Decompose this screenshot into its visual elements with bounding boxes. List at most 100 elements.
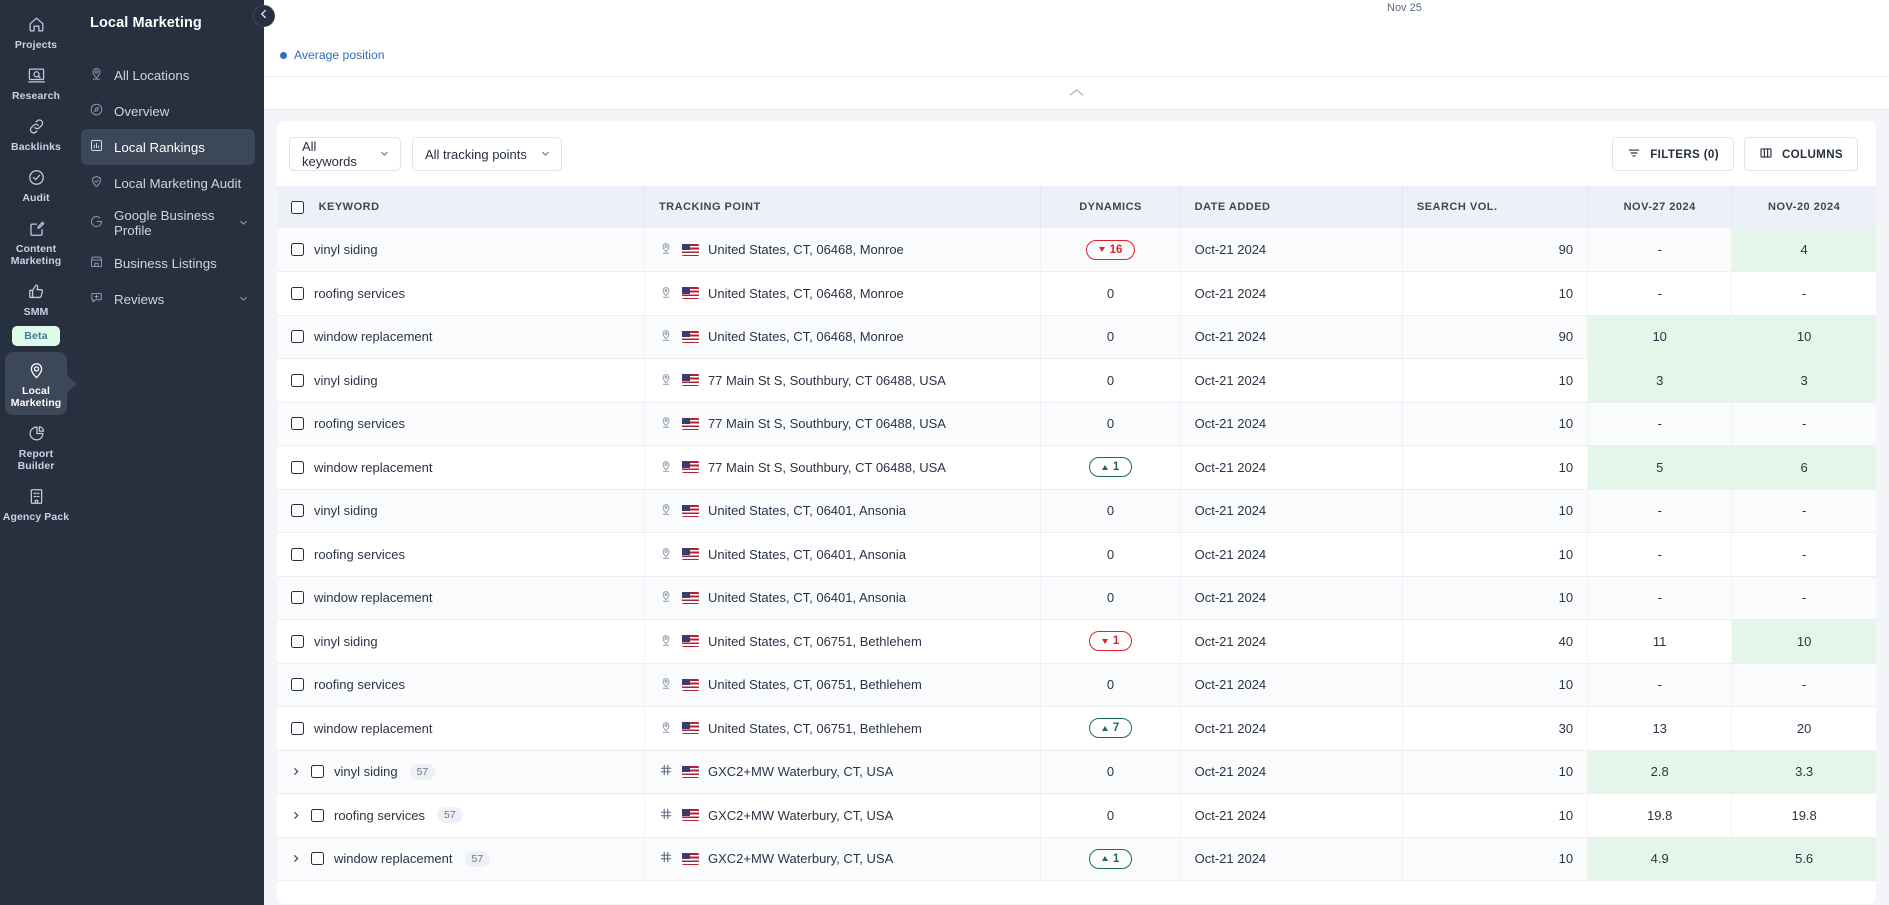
row-checkbox[interactable] [291, 243, 304, 256]
cell-keyword: window replacement [277, 706, 645, 751]
table-header: KEYWORD TRACKING POINT DYNAMICS DATE ADD… [277, 186, 1876, 228]
table-row[interactable]: vinyl siding United States, CT, 06751, Be… [277, 619, 1876, 664]
sidebar-collapse-button[interactable] [253, 5, 275, 27]
shield-pin-icon [89, 174, 104, 192]
rail-item-backlinks[interactable]: Backlinks [0, 108, 72, 159]
row-checkbox[interactable] [291, 634, 304, 648]
keyword-label: roofing services [314, 677, 406, 693]
cell-tracking-point: GXC2+MW Waterbury, CT, USA [644, 793, 1042, 838]
row-checkbox[interactable] [291, 678, 304, 692]
dynamics-badge-up: 1 [1088, 848, 1133, 869]
table-row[interactable]: window replacement United States, CT, 067… [277, 706, 1876, 751]
chevron-down-icon[interactable] [238, 292, 249, 307]
dynamics-value: 0 [1106, 677, 1115, 693]
beta-badge: Beta [12, 326, 60, 346]
table-row[interactable]: roofing services United States, CT, 06401… [277, 532, 1876, 577]
rail-item-content-marketing[interactable]: Content Marketing [0, 210, 72, 273]
keyword-filter-select[interactable]: All keywords [289, 137, 401, 171]
table-body: vinyl siding United States, CT, 06468, Mo… [277, 228, 1876, 881]
table-row[interactable]: roofing services United States, CT, 06468… [277, 271, 1876, 316]
keyword-label: window replacement [314, 329, 433, 345]
chevron-down-icon[interactable] [238, 216, 249, 231]
column-header-nov-27-2024[interactable]: NOV-27 2024 [1587, 186, 1733, 228]
table-row[interactable]: roofing services 77 Main St S, Southbury,… [277, 402, 1876, 446]
table-row[interactable]: roofing services 57 GXC2+MW Waterbury, CT,… [277, 793, 1876, 838]
rail-item-agency-pack[interactable]: Agency Pack [0, 478, 72, 529]
table-row[interactable]: vinyl siding United States, CT, 06468, Mo… [277, 228, 1876, 272]
rail-item-label: Projects [14, 39, 58, 51]
keyword-label: vinyl siding [314, 633, 378, 649]
tracking-point-label: United States, CT, 06401, Ansonia [707, 503, 906, 519]
cell-nov-20-2024: 3 [1731, 358, 1876, 403]
tracking-point-label: United States, CT, 06468, Monroe [707, 285, 904, 301]
storefront-icon [89, 254, 104, 272]
link-icon [27, 115, 46, 137]
cell-date-added: Oct-21 2024 [1180, 402, 1403, 446]
sidebar-item-local-marketing-audit[interactable]: Local Marketing Audit [81, 165, 255, 201]
chart-legend-average-position[interactable]: Average position [280, 48, 385, 62]
columns-button[interactable]: COLUMNS [1743, 137, 1858, 171]
cell-dynamics: 0 [1040, 532, 1181, 577]
expand-row-chevron-icon[interactable] [291, 853, 301, 864]
dynamics-badge-up: 1 [1088, 457, 1133, 478]
rail-item-research[interactable]: Research [0, 57, 72, 108]
row-checkbox[interactable] [291, 373, 304, 387]
row-checkbox[interactable] [291, 721, 304, 735]
table-row[interactable]: window replacement United States, CT, 064… [277, 315, 1876, 359]
filters-button[interactable]: FILTERS (0) [1612, 137, 1734, 171]
column-header-tracking-point[interactable]: TRACKING POINT [644, 186, 1042, 228]
row-checkbox[interactable] [311, 765, 324, 779]
map-pin-icon [659, 328, 673, 345]
rail-item-audit[interactable]: Audit [0, 159, 72, 210]
rail-item-report-builder[interactable]: Report Builder [0, 415, 72, 478]
table-row[interactable]: window replacement United States, CT, 064… [277, 576, 1876, 620]
sidebar-item-local-rankings[interactable]: Local Rankings [81, 129, 255, 165]
table-row[interactable]: roofing services United States, CT, 06751… [277, 663, 1876, 707]
cell-keyword: roofing services [277, 663, 645, 707]
sidebar-item-business-listings[interactable]: Business Listings [81, 245, 255, 281]
chart-collapse-toggle[interactable] [264, 76, 1889, 108]
rail-item-smm[interactable]: SMM [0, 273, 72, 324]
table-row[interactable]: vinyl siding 57 GXC2+MW Waterbury, CT, USA… [277, 750, 1876, 794]
column-header-dynamics[interactable]: DYNAMICS [1040, 186, 1181, 228]
row-checkbox[interactable] [291, 547, 304, 561]
table-row[interactable]: vinyl siding 77 Main St S, Southbury, CT … [277, 358, 1876, 403]
cell-nov-27-2024: 11 [1587, 619, 1733, 664]
rail-item-label: Content Marketing [10, 243, 62, 267]
cell-keyword: vinyl siding [277, 358, 645, 403]
us-flag-icon [681, 765, 699, 778]
cell-dynamics: 0 [1040, 402, 1181, 446]
sidebar-item-reviews[interactable]: Reviews [81, 281, 255, 317]
row-checkbox[interactable] [291, 591, 304, 605]
tracking-point-filter-select[interactable]: All tracking points [412, 137, 562, 171]
expand-row-chevron-icon[interactable] [291, 766, 301, 777]
sidebar-item-all-locations[interactable]: All Locations [81, 57, 255, 93]
sidebar-item-overview[interactable]: Overview [81, 93, 255, 129]
expand-row-chevron-icon[interactable] [291, 810, 301, 821]
column-header-date-added[interactable]: DATE ADDED [1180, 186, 1403, 228]
row-checkbox[interactable] [291, 330, 304, 344]
cell-date-added: Oct-21 2024 [1180, 271, 1403, 316]
row-checkbox[interactable] [291, 460, 304, 474]
rail-item-local-marketing[interactable]: Local Marketing [5, 352, 67, 415]
row-checkbox[interactable] [311, 808, 324, 822]
bar-chart-icon [89, 138, 104, 156]
table-row[interactable]: vinyl siding United States, CT, 06401, An… [277, 489, 1876, 533]
row-checkbox[interactable] [291, 417, 304, 431]
table-row[interactable]: window replacement 57 GXC2+MW Waterbury, C… [277, 837, 1876, 881]
column-header-search-vol[interactable]: SEARCH VOL. [1402, 186, 1589, 228]
cell-search-vol: 90 [1402, 228, 1589, 272]
row-checkbox[interactable] [291, 504, 304, 518]
cell-date-added: Oct-21 2024 [1180, 532, 1403, 577]
column-header-keyword[interactable]: KEYWORD [277, 186, 645, 228]
sidebar-item-google-business-profile[interactable]: Google Business Profile [81, 201, 255, 245]
column-header-nov-20-2024[interactable]: NOV-20 2024 [1731, 186, 1876, 228]
rail-item-projects[interactable]: Projects [0, 6, 72, 57]
average-position-chart-card: Nov 25 Average position [264, 0, 1889, 110]
table-row[interactable]: window replacement 77 Main St S, Southbur… [277, 445, 1876, 490]
row-checkbox[interactable] [311, 852, 324, 866]
cell-dynamics: 1 [1040, 619, 1181, 664]
cell-search-vol: 40 [1402, 619, 1589, 664]
select-all-checkbox[interactable] [291, 200, 304, 214]
row-checkbox[interactable] [291, 286, 304, 300]
